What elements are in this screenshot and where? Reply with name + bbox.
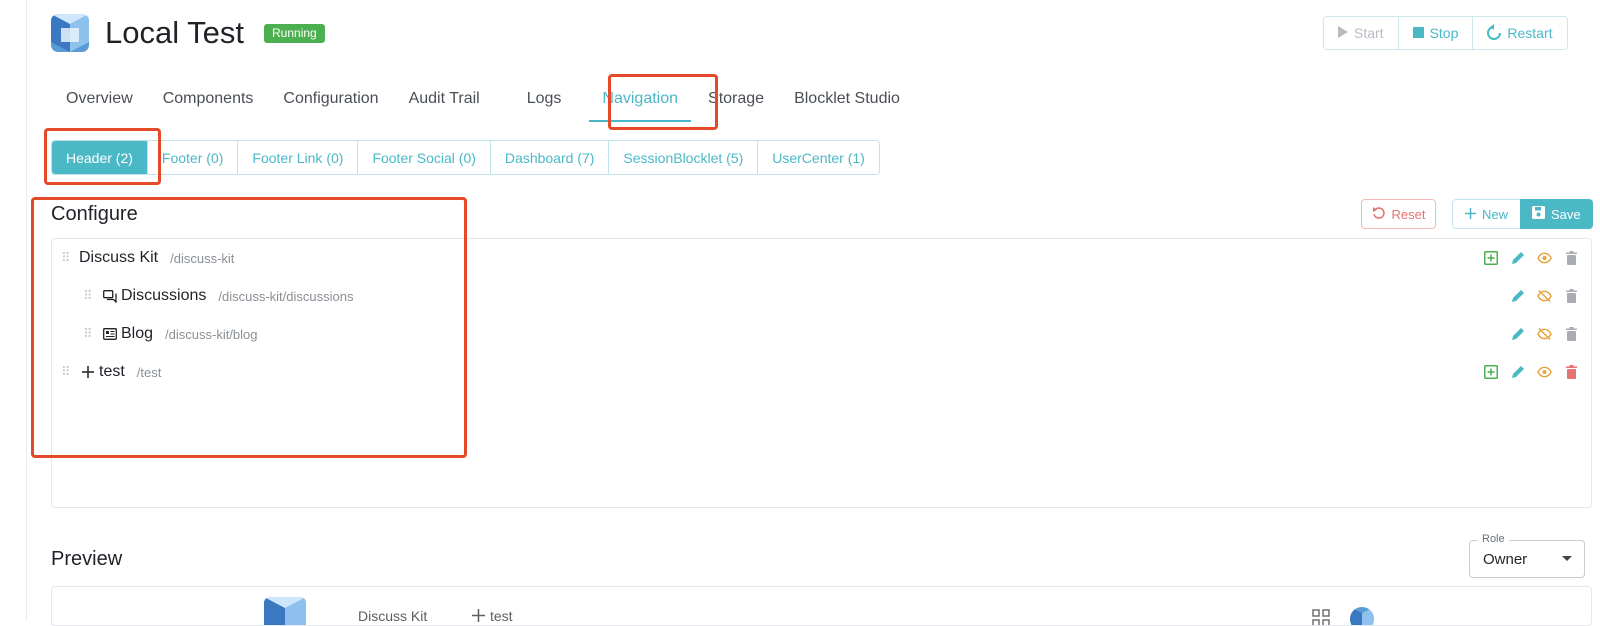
subtab-user-center[interactable]: UserCenter (1) (758, 141, 879, 174)
save-button[interactable]: Save (1520, 199, 1593, 229)
subtab-footer[interactable]: Footer (0) (147, 141, 239, 174)
subtab-footer-social[interactable]: Footer Social (0) (358, 141, 491, 174)
edit-icon[interactable] (1510, 365, 1525, 380)
highlight-header-subtab (44, 128, 161, 185)
role-select[interactable]: Role Owner (1469, 533, 1585, 578)
new-button[interactable]: New (1452, 199, 1521, 229)
row-actions (1510, 277, 1579, 315)
left-rail (0, 0, 27, 621)
preview-nav-item[interactable]: Discuss Kit (358, 608, 427, 624)
role-label: Role (1478, 533, 1509, 545)
new-label: New (1482, 206, 1509, 222)
stop-icon (1412, 25, 1424, 41)
tab-blocklet-studio[interactable]: Blocklet Studio (779, 80, 915, 125)
preview-panel: Discuss Kit test (51, 586, 1592, 626)
nav-section-tabs: Header (2) Footer (0) Footer Link (0) Fo… (51, 140, 880, 175)
tab-audit-trail[interactable]: Audit Trail (394, 80, 495, 125)
highlight-configure-tree (31, 197, 467, 458)
subtab-session-blocklet[interactable]: SessionBlocklet (5) (609, 141, 759, 174)
add-child-icon[interactable] (1483, 365, 1498, 380)
add-child-icon[interactable] (1483, 251, 1498, 266)
reset-icon (1372, 206, 1386, 223)
status-badge: Running (264, 24, 325, 43)
app-logo (51, 14, 89, 52)
delete-icon[interactable] (1564, 289, 1579, 304)
avatar[interactable] (1350, 607, 1374, 625)
save-icon (1532, 206, 1546, 222)
tab-configuration[interactable]: Configuration (268, 80, 393, 125)
delete-icon[interactable] (1564, 327, 1579, 342)
restart-label: Restart (1507, 25, 1553, 41)
reset-label: Reset (1391, 206, 1426, 222)
subtab-dashboard[interactable]: Dashboard (7) (490, 141, 610, 174)
row-actions (1483, 239, 1579, 277)
plus-icon (472, 609, 485, 625)
highlight-navigation-tab (608, 74, 718, 130)
subtab-footer-link[interactable]: Footer Link (0) (238, 141, 359, 174)
app-title: Local Test (105, 15, 245, 50)
eye-icon[interactable] (1537, 251, 1552, 266)
tab-logs[interactable]: Logs (495, 80, 588, 125)
play-icon (1338, 25, 1348, 41)
new-save-group: New Save (1452, 199, 1593, 229)
apps-grid-icon[interactable] (1312, 609, 1330, 625)
preview-nav-item[interactable]: test (490, 608, 513, 624)
start-button[interactable]: Start (1324, 17, 1399, 49)
edit-icon[interactable] (1510, 327, 1525, 342)
delete-icon[interactable] (1564, 365, 1579, 380)
plus-icon (1465, 207, 1476, 222)
tab-components[interactable]: Components (148, 80, 269, 125)
reset-button[interactable]: Reset (1361, 199, 1436, 229)
tab-overview[interactable]: Overview (51, 80, 148, 125)
save-label: Save (1551, 206, 1581, 222)
role-value: Owner (1483, 551, 1528, 568)
preview-title: Preview (51, 548, 123, 570)
edit-icon[interactable] (1510, 251, 1525, 266)
eye-off-icon[interactable] (1537, 327, 1552, 342)
row-actions (1483, 353, 1579, 391)
chevron-down-icon (1562, 556, 1572, 561)
eye-off-icon[interactable] (1537, 289, 1552, 304)
preview-logo (264, 597, 306, 625)
start-label: Start (1354, 25, 1384, 41)
main-tabs: Overview Components Configuration Audit … (51, 80, 915, 125)
restart-icon (1487, 23, 1502, 43)
row-actions (1510, 315, 1579, 353)
edit-icon[interactable] (1510, 289, 1525, 304)
stop-label: Stop (1429, 25, 1459, 41)
stop-button[interactable]: Stop (1398, 17, 1474, 49)
eye-icon[interactable] (1537, 365, 1552, 380)
app-actions: Start Stop Restart (1323, 16, 1568, 50)
restart-button[interactable]: Restart (1473, 17, 1567, 49)
delete-icon[interactable] (1564, 251, 1579, 266)
